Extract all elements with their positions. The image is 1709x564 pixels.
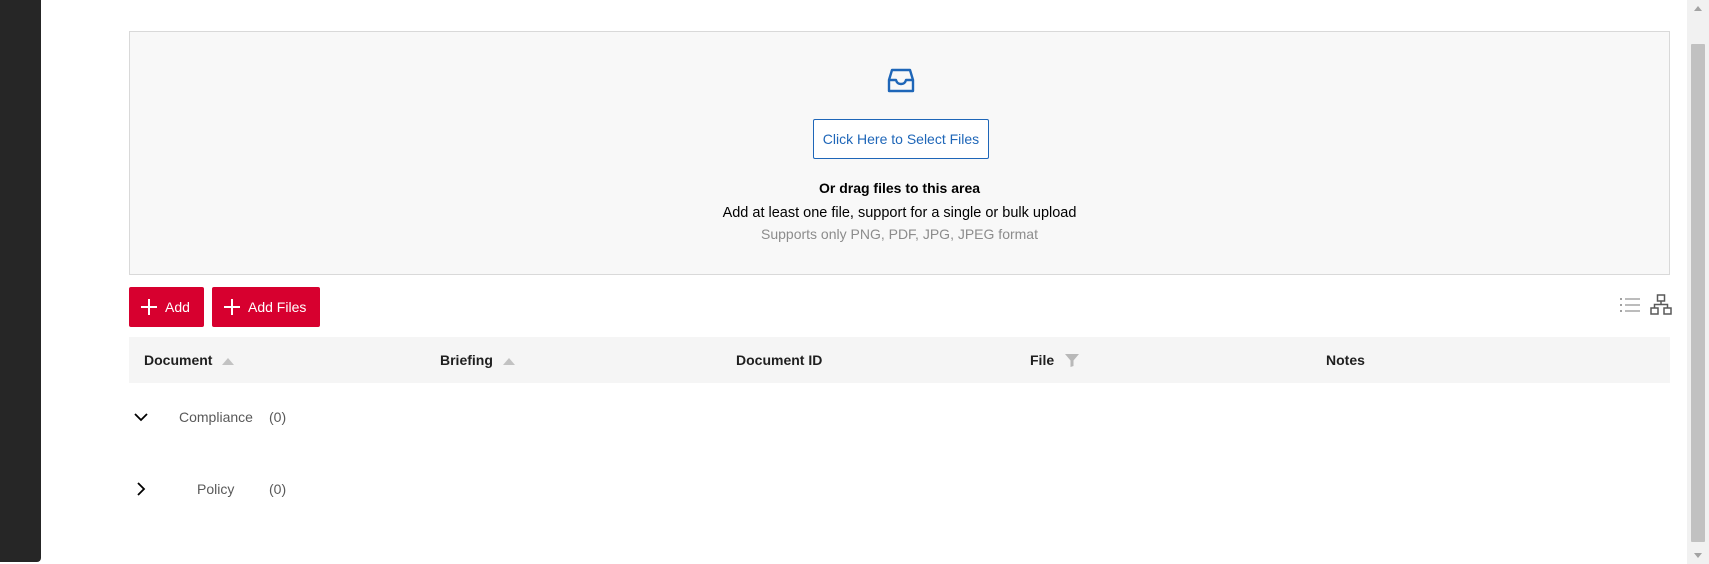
sort-asc-icon[interactable] [502,358,515,365]
add-button-label: Add [165,299,190,315]
column-briefing[interactable]: Briefing [440,337,515,383]
column-notes-label: Notes [1326,352,1365,368]
filter-icon[interactable] [1064,352,1080,368]
plus-icon [141,299,157,315]
column-document-id-label: Document ID [736,352,823,368]
column-file[interactable]: File [1030,337,1080,383]
plus-icon [224,299,240,315]
chevron-right-icon[interactable] [132,480,150,498]
dropzone-hint: Add at least one file, support for a sin… [722,205,1077,221]
column-document-id: Document ID [736,337,822,383]
column-document[interactable]: Document [144,337,235,383]
dropzone-formats: Supports only PNG, PDF, JPG, JPEG format [761,226,1038,242]
column-document-label: Document [144,352,213,368]
add-button[interactable]: Add [129,287,204,327]
vertical-scrollbar[interactable] [1687,0,1709,564]
tree-view-icon[interactable] [1650,294,1672,316]
group-row-policy[interactable]: Policy (0) [129,470,1670,510]
inbox-icon [887,68,915,93]
group-name: Policy [197,481,235,497]
scroll-thumb[interactable] [1691,44,1705,542]
left-sidebar [0,0,41,562]
column-notes: Notes [1326,337,1365,383]
column-briefing-label: Briefing [440,352,493,368]
group-name: Compliance [179,409,253,425]
scroll-down-arrow[interactable] [1687,547,1709,564]
dropzone-title: Or drag files to this area [818,180,981,196]
add-files-button-label: Add Files [248,299,307,315]
sort-asc-icon[interactable] [222,358,235,365]
upload-dropzone[interactable]: Click Here to Select Files Or drag files… [129,31,1670,275]
chevron-down-icon[interactable] [132,408,150,426]
group-count: (0) [269,481,287,497]
table-header: Document Briefing Document ID File Notes [129,337,1670,383]
group-row-compliance[interactable]: Compliance (0) [129,398,1670,438]
list-view-icon[interactable] [1619,296,1641,314]
select-files-button[interactable]: Click Here to Select Files [813,119,989,159]
scroll-up-arrow[interactable] [1687,0,1709,17]
group-count: (0) [269,409,287,425]
column-file-label: File [1030,352,1055,368]
add-files-button[interactable]: Add Files [212,287,320,327]
main-content: Click Here to Select Files Or drag files… [41,0,1687,564]
